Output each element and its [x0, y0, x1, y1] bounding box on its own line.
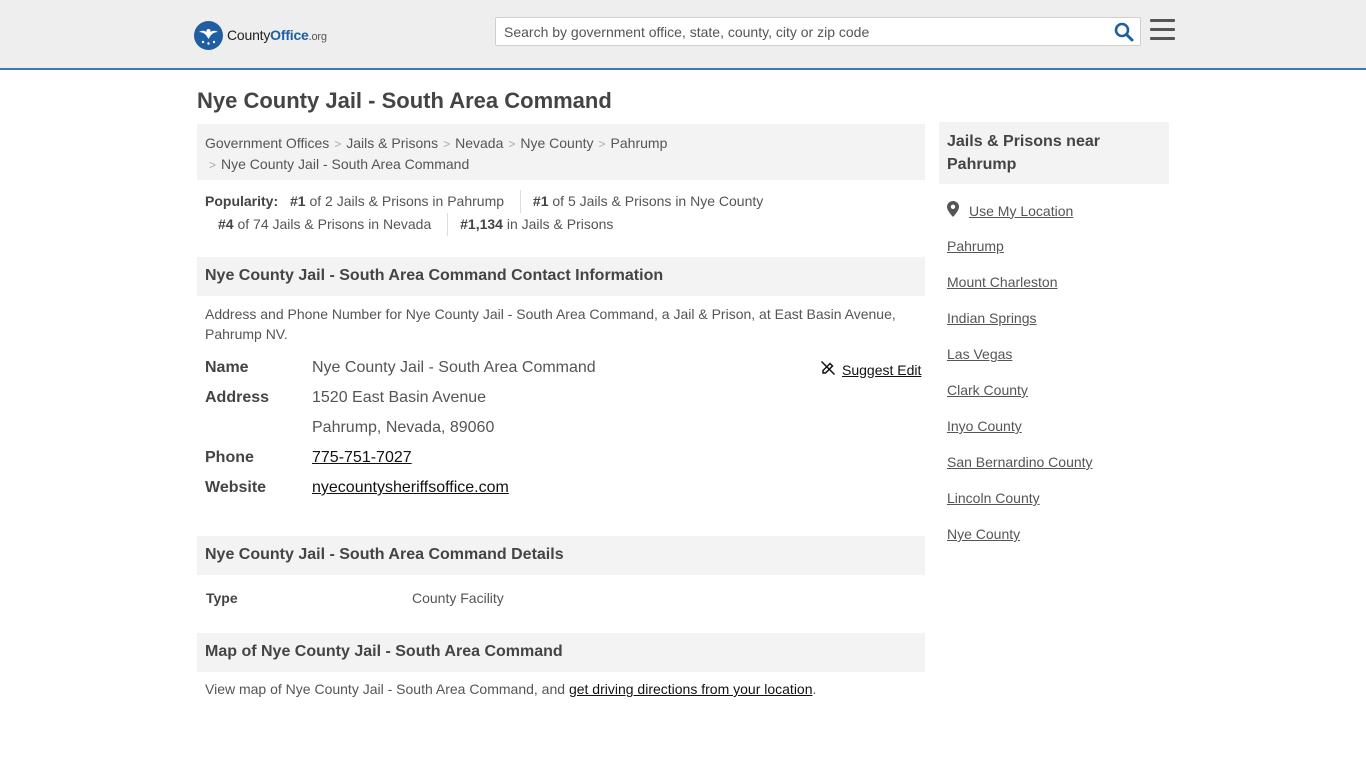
breadcrumb-jails-prisons[interactable]: Jails & Prisons [346, 135, 438, 151]
type-label: Type [206, 590, 238, 606]
contact-heading: Nye County Jail - South Area Command Con… [197, 257, 925, 296]
use-my-location-link[interactable]: Use My Location [969, 203, 1073, 219]
logo-text-office: Office [270, 27, 309, 43]
logo-text-county: County [227, 27, 271, 43]
address-label: Address [205, 389, 270, 406]
nearby-link-san-bernardino-county[interactable]: San Bernardino County [947, 454, 1093, 470]
address-line1: 1520 East Basin Avenue [312, 389, 487, 406]
breadcrumb-current: Nye County Jail - South Area Command [221, 156, 470, 172]
popularity-text: of 5 Jails & Prisons in Nye County [552, 193, 764, 209]
nearby-link-inyo-county[interactable]: Inyo County [947, 418, 1022, 434]
popularity-text: of 74 Jails & Prisons in Nevada [237, 216, 432, 232]
phone-label: Phone [205, 449, 254, 466]
website-label: Website [205, 479, 267, 496]
website-link[interactable]: nyecountysheriffsoffice.com [312, 479, 509, 496]
breadcrumb-separator-icon: > [508, 137, 516, 151]
map-pin-icon [947, 201, 959, 220]
popularity-item: #1 of 5 Jails & Prisons in Nye County [519, 190, 775, 213]
breadcrumb-separator-icon: > [334, 137, 342, 151]
driving-directions-link[interactable]: get driving directions from your locatio… [569, 681, 813, 697]
popularity-rank: #1 [290, 193, 306, 209]
search-icon[interactable] [1114, 22, 1134, 42]
nearby-link-las-vegas[interactable]: Las Vegas [947, 346, 1012, 362]
nearby-link-mount-charleston[interactable]: Mount Charleston [947, 274, 1058, 290]
popularity-text: of 2 Jails & Prisons in Pahrump [309, 193, 505, 209]
type-value: County Facility [412, 590, 504, 606]
nearby-link-nye-county[interactable]: Nye County [947, 526, 1020, 542]
suggest-edit: Suggest Edit [820, 360, 921, 379]
map-text-before: View map of Nye County Jail - South Area… [205, 681, 569, 697]
hamburger-menu-icon[interactable] [1150, 19, 1175, 41]
logo-text-org: .org [308, 31, 327, 43]
breadcrumb-nye-county[interactable]: Nye County [520, 135, 593, 151]
search-box [495, 17, 1141, 46]
breadcrumb-pahrump[interactable]: Pahrump [611, 135, 668, 151]
map-description: View map of Nye County Jail - South Area… [205, 681, 816, 697]
breadcrumb: Government Offices > Jails & Prisons > Nevad… [197, 124, 925, 180]
suggest-edit-link[interactable]: Suggest Edit [842, 362, 921, 378]
popularity-item: #1 of 2 Jails & Prisons in Pahrump [290, 190, 516, 213]
name-value: Nye County Jail - South Area Command [312, 359, 596, 376]
map-text-after: . [812, 681, 817, 697]
site-logo[interactable]: CountyOffice.org [194, 20, 327, 50]
use-location-item: Use My Location [947, 201, 1073, 220]
popularity-label: Popularity: [205, 193, 279, 209]
map-heading: Map of Nye County Jail - South Area Comm… [197, 633, 925, 672]
popularity-item: #1,134 in Jails & Prisons [447, 213, 625, 236]
site-header: CountyOffice.org [0, 0, 1366, 70]
name-label: Name [205, 359, 249, 376]
search-input[interactable] [496, 18, 1106, 45]
sidebar-heading: Jails & Prisons near Pahrump [939, 122, 1169, 184]
nearby-link-clark-county[interactable]: Clark County [947, 382, 1028, 398]
logo-text: CountyOffice.org [227, 27, 327, 43]
popularity-rank: #1,134 [460, 216, 503, 232]
breadcrumb-separator-icon: > [209, 158, 217, 172]
popularity-text: in Jails & Prisons [506, 216, 614, 232]
details-heading: Nye County Jail - South Area Command Det… [197, 536, 925, 575]
popularity-rankings: Popularity: #1 of 2 Jails & Prisons in P… [205, 190, 925, 236]
nearby-link-indian-springs[interactable]: Indian Springs [947, 310, 1037, 326]
logo-eagle-icon [194, 20, 223, 50]
breadcrumb-separator-icon: > [598, 137, 606, 151]
phone-link[interactable]: 775-751-7027 [312, 449, 412, 466]
page-title: Nye County Jail - South Area Command [197, 88, 612, 113]
breadcrumb-government-offices[interactable]: Government Offices [205, 135, 329, 151]
breadcrumb-nevada[interactable]: Nevada [455, 135, 503, 151]
address-line2: Pahrump, Nevada, 89060 [312, 419, 495, 436]
edit-off-icon [820, 360, 836, 379]
breadcrumb-separator-icon: > [443, 137, 451, 151]
contact-description: Address and Phone Number for Nye County … [205, 306, 896, 342]
nearby-link-pahrump[interactable]: Pahrump [947, 238, 1004, 254]
popularity-rank: #4 [218, 216, 234, 232]
popularity-item: #4 of 74 Jails & Prisons in Nevada [218, 213, 443, 236]
nearby-link-lincoln-county[interactable]: Lincoln County [947, 490, 1040, 506]
popularity-rank: #1 [532, 193, 549, 209]
